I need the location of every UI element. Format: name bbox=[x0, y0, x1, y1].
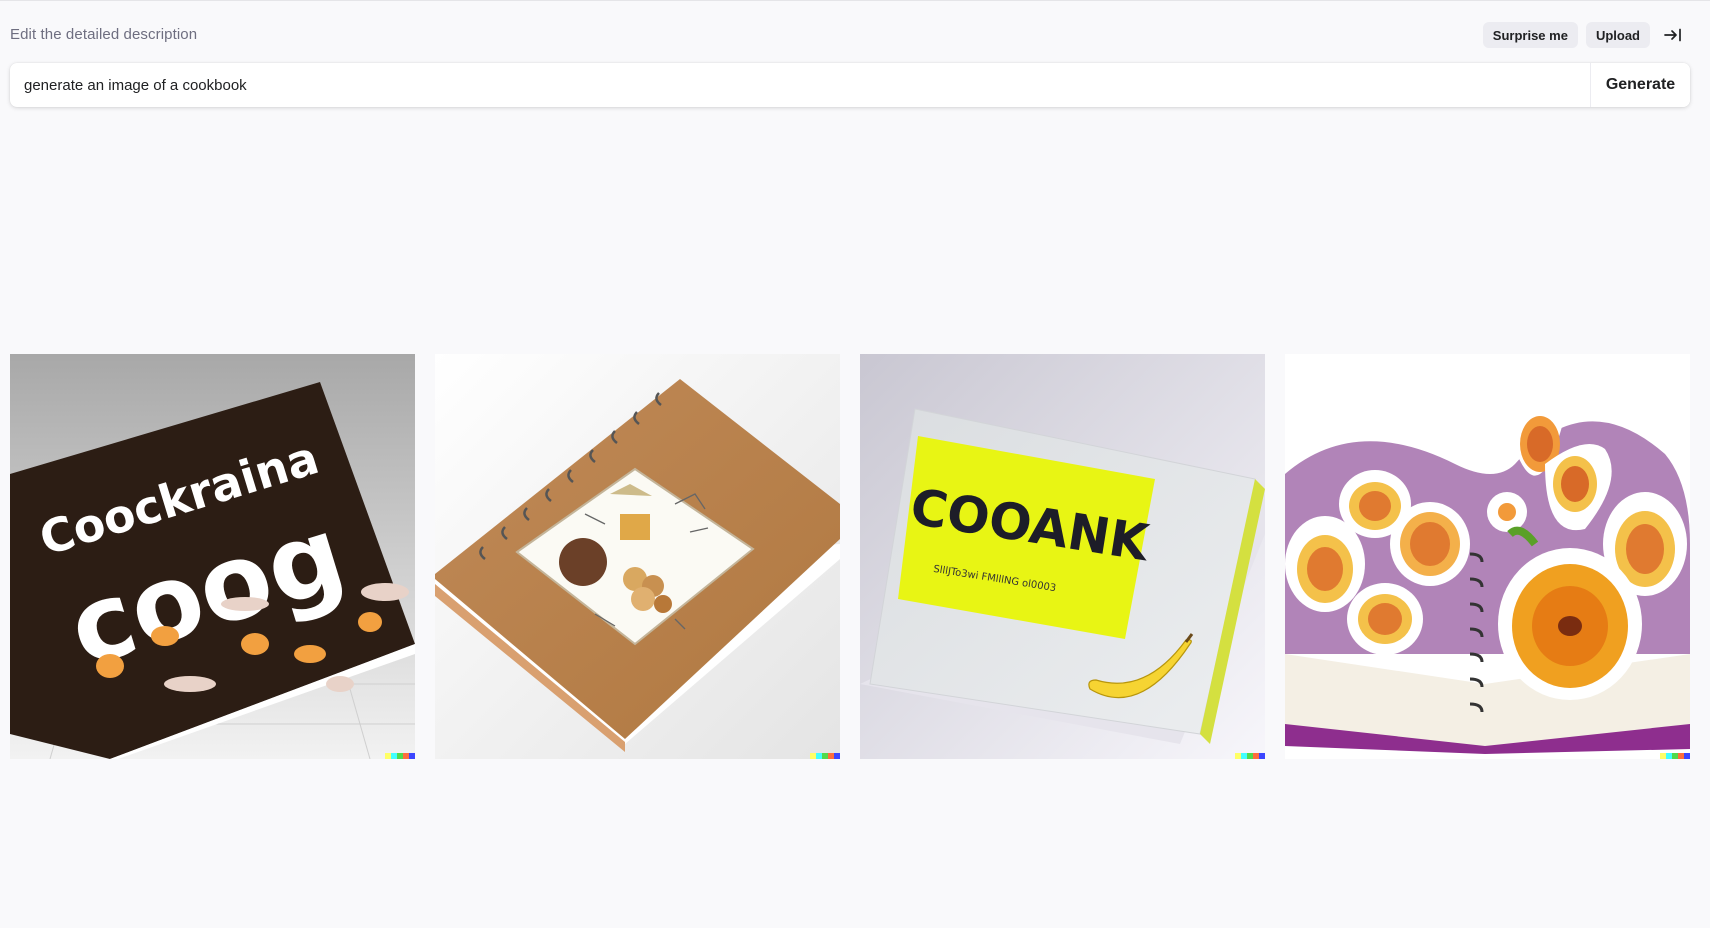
signature-bar bbox=[1660, 753, 1690, 759]
prompt-bar: Generate bbox=[10, 63, 1690, 107]
prompt-label: Edit the detailed description bbox=[10, 26, 198, 43]
cookbook-image-2 bbox=[435, 354, 840, 759]
prompt-input[interactable] bbox=[10, 63, 1590, 107]
signature-bar bbox=[1235, 753, 1265, 759]
results-grid: Coockraina coog COOANK SlllJTo3wi FMlllN… bbox=[10, 354, 1690, 759]
upload-button[interactable]: Upload bbox=[1585, 22, 1650, 48]
generate-button[interactable]: Generate bbox=[1590, 63, 1690, 107]
cookbook-image-1: Coockraina coog bbox=[10, 354, 415, 759]
result-image-3[interactable]: COOANK SlllJTo3wi FMlllNG ol0003 bbox=[860, 354, 1265, 759]
cookbook-image-4 bbox=[1285, 354, 1690, 759]
header-actions: Surprise me Upload bbox=[1482, 22, 1688, 48]
collapse-right-icon[interactable] bbox=[1658, 22, 1688, 48]
result-image-2[interactable] bbox=[435, 354, 840, 759]
result-image-4[interactable] bbox=[1285, 354, 1690, 759]
top-divider bbox=[0, 0, 1710, 1]
signature-bar bbox=[810, 753, 840, 759]
result-image-1[interactable]: Coockraina coog bbox=[10, 354, 415, 759]
cookbook-image-3: COOANK SlllJTo3wi FMlllNG ol0003 bbox=[860, 354, 1265, 759]
surprise-me-button[interactable]: Surprise me bbox=[1482, 22, 1578, 48]
signature-bar bbox=[385, 753, 415, 759]
